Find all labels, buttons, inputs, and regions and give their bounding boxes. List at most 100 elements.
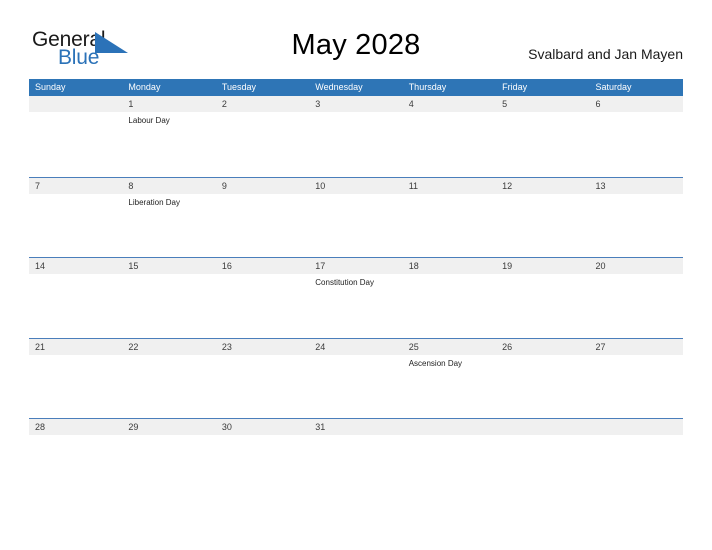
day-number: 9 [221, 180, 227, 191]
day-events [222, 274, 309, 277]
calendar-day-cell[interactable]: 14 [29, 258, 122, 339]
calendar-weeks: 1 Labour Day 2 3 4 5 6 7 8 Liberation Day 9 10 11 12 1… [29, 96, 683, 499]
day-events [409, 112, 496, 115]
day-events [35, 355, 122, 358]
calendar-day-cell[interactable]: 12 [496, 178, 589, 259]
day-events [315, 194, 402, 197]
calendar-week-row: 14 15 16 17 Constitution Day 18 19 20 [29, 257, 683, 338]
calendar-day-cell[interactable]: 31 [309, 419, 402, 500]
dow-label: Saturday [595, 82, 632, 92]
calendar-day-cell[interactable]: 22 [122, 339, 215, 420]
calendar-day-cell[interactable]: 26 [496, 339, 589, 420]
day-events [315, 355, 402, 358]
day-events [596, 355, 683, 358]
region-label: Svalbard and Jan Mayen [528, 46, 683, 62]
day-events [596, 112, 683, 115]
dow-label: Sunday [35, 82, 66, 92]
day-events: Constitution Day [315, 274, 402, 288]
day-number [596, 419, 683, 435]
calendar-day-cell[interactable]: 23 [216, 339, 309, 420]
day-number: 7 [35, 180, 41, 191]
calendar-week-row: 28 29 30 31 [29, 418, 683, 499]
dow-friday: Friday [496, 79, 589, 96]
day-number: 31 [315, 422, 326, 432]
calendar-day-cell[interactable]: 4 [403, 96, 496, 177]
day-events [502, 274, 589, 277]
dow-label: Tuesday [221, 82, 257, 92]
day-number: 26 [502, 341, 513, 352]
calendar-day-cell[interactable]: 20 [590, 258, 683, 339]
calendar-day-cell[interactable]: 27 [590, 339, 683, 420]
calendar-day-cell[interactable]: 28 [29, 419, 122, 500]
calendar-day-cell-empty [29, 96, 122, 177]
calendar-day-cell-empty [403, 419, 496, 500]
calendar-day-cell[interactable]: 15 [122, 258, 215, 339]
calendar-day-cell[interactable]: 25 Ascension Day [403, 339, 496, 420]
dow-label: Friday [502, 82, 528, 92]
day-events [222, 112, 309, 115]
holiday-event-label: Constitution Day [315, 278, 374, 287]
calendar-day-cell[interactable]: 13 [590, 178, 683, 259]
day-number: 25 [408, 341, 419, 352]
calendar-day-cell[interactable]: 8 Liberation Day [122, 178, 215, 259]
calendar-day-cell-empty [590, 419, 683, 500]
calendar-day-cell[interactable]: 3 [309, 96, 402, 177]
day-events [409, 194, 496, 197]
day-number: 22 [128, 341, 139, 352]
week-day-cells: 21 22 23 24 25 Ascension Day 26 27 [29, 339, 683, 420]
calendar-day-cell[interactable]: 9 [216, 178, 309, 259]
day-number [35, 96, 122, 112]
day-events [315, 112, 402, 115]
day-number: 17 [315, 261, 326, 271]
calendar-day-cell-empty [496, 419, 589, 500]
day-number: 4 [408, 99, 414, 109]
dow-label: Thursday [408, 82, 447, 92]
day-number: 18 [408, 261, 419, 271]
day-number: 6 [595, 99, 601, 109]
day-events [35, 112, 122, 115]
calendar-day-cell[interactable]: 29 [122, 419, 215, 500]
calendar-day-cell[interactable]: 21 [29, 339, 122, 420]
dow-sunday: Sunday [29, 79, 122, 96]
day-events: Labour Day [128, 112, 215, 126]
calendar-day-cell[interactable]: 2 [216, 96, 309, 177]
calendar-day-cell[interactable]: 6 [590, 96, 683, 177]
holiday-event-label: Liberation Day [128, 197, 181, 207]
calendar-day-cell[interactable]: 11 [403, 178, 496, 259]
day-number: 30 [221, 422, 232, 432]
day-number: 29 [128, 422, 139, 432]
calendar-day-cell[interactable]: 10 [309, 178, 402, 259]
day-events [596, 435, 683, 438]
day-number: 2 [221, 99, 227, 109]
day-events: Liberation Day [128, 194, 215, 208]
day-events [128, 435, 215, 438]
calendar-day-cell[interactable]: 24 [309, 339, 402, 420]
day-events [222, 435, 309, 438]
calendar-day-cell[interactable]: 19 [496, 258, 589, 339]
day-number: 28 [35, 422, 46, 432]
calendar-day-cell[interactable]: 5 [496, 96, 589, 177]
day-of-week-header: Sunday Monday Tuesday Wednesday Thursday… [29, 79, 683, 96]
day-events [35, 194, 122, 197]
calendar-day-cell[interactable]: 1 Labour Day [122, 96, 215, 177]
day-events [222, 355, 309, 358]
day-number: 14 [35, 261, 46, 271]
day-events [409, 435, 496, 438]
calendar-day-cell[interactable]: 16 [216, 258, 309, 339]
holiday-event-label: Ascension Day [408, 358, 463, 368]
calendar-day-cell[interactable]: 7 [29, 178, 122, 259]
week-day-cells: 28 29 30 31 [29, 419, 683, 500]
day-number [502, 419, 589, 435]
day-events [315, 435, 402, 438]
day-events [596, 274, 683, 277]
dow-wednesday: Wednesday [309, 79, 402, 96]
page-header: General Blue May 2028 Svalbard and Jan M… [0, 0, 712, 78]
day-number: 3 [315, 99, 321, 109]
week-day-cells: 7 8 Liberation Day 9 10 11 12 13 [29, 178, 683, 259]
calendar-day-cell[interactable]: 17 Constitution Day [309, 258, 402, 339]
calendar-day-cell[interactable]: 18 [403, 258, 496, 339]
calendar-day-cell[interactable]: 30 [216, 419, 309, 500]
day-number: 1 [128, 99, 134, 109]
dow-label: Monday [128, 82, 161, 92]
day-events [128, 274, 215, 277]
